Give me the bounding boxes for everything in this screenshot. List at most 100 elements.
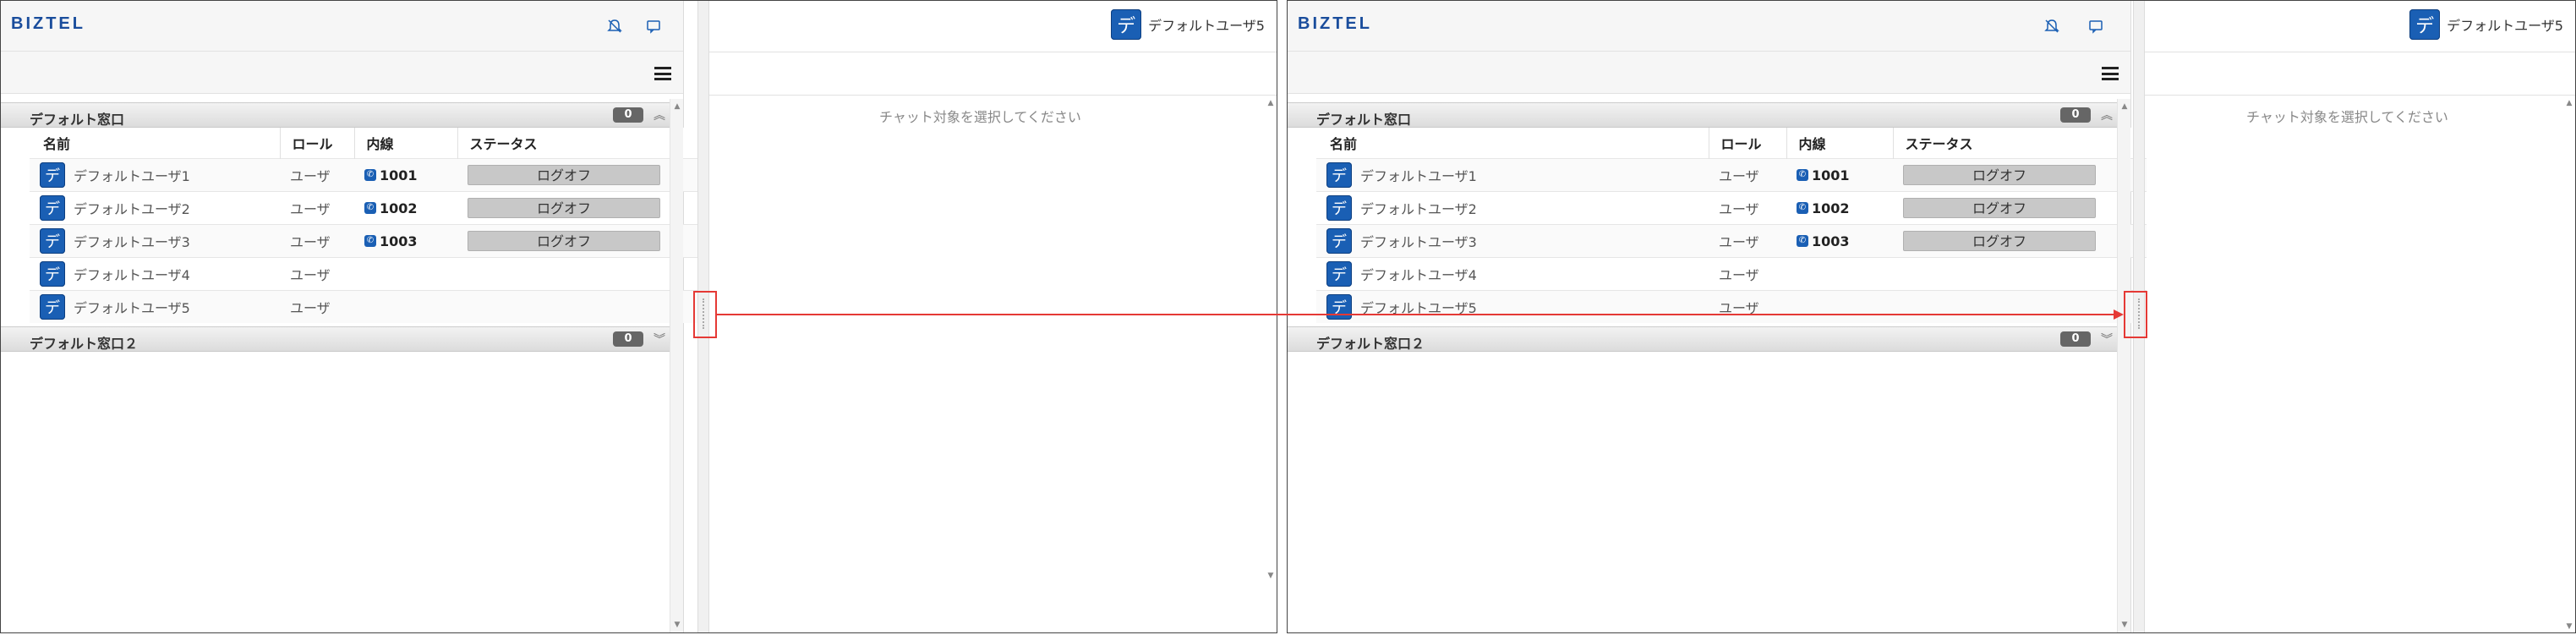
- status-cell: [1893, 257, 2147, 291]
- table-row[interactable]: デデフォルトユーザ3 ユーザ ✆ 1003 ログオフ: [1316, 224, 2147, 258]
- extension-number: 1003: [1812, 233, 1850, 249]
- group-header-default[interactable]: デフォルト窓口 0 ︽: [1, 102, 670, 128]
- user-name: デフォルトユーザ3: [1360, 234, 1477, 250]
- user-name: デフォルトユーザ4: [74, 267, 190, 283]
- chat-bubble-icon[interactable]: [2087, 18, 2105, 35]
- current-user-avatar: デ: [2409, 9, 2441, 40]
- scroll-up-icon[interactable]: ▲: [2118, 102, 2131, 111]
- group-title: デフォルト窓口２: [1316, 336, 1425, 352]
- chat-header: デ デフォルトユーザ5: [709, 1, 1277, 52]
- queue-scrollbar[interactable]: ▲ ▼: [2117, 99, 2130, 632]
- current-user-name: デフォルトユーザ5: [2447, 18, 2563, 34]
- hamburger-menu-icon[interactable]: [654, 67, 671, 80]
- phone-icon: ✆: [364, 202, 376, 214]
- column-header-role[interactable]: ロール: [279, 128, 354, 159]
- extension-number: 1001: [380, 167, 418, 183]
- queue-panel: BIZTEL デフォルト窓口 0 ︽ 名前 ロール 内線 ステータス デ デフォ…: [1, 1, 699, 632]
- phone-icon: ✆: [364, 235, 376, 247]
- scroll-down-icon[interactable]: ▼: [2563, 622, 2575, 631]
- current-user[interactable]: デ デフォルトユーザ5: [1111, 9, 1265, 40]
- table-row[interactable]: デデフォルトユーザ5 ユーザ: [1316, 290, 2147, 323]
- chat-scrollbar[interactable]: ▲ ▼: [2563, 99, 2575, 632]
- count-badge: 0: [613, 331, 643, 347]
- status-button[interactable]: ログオフ: [468, 198, 660, 218]
- scroll-up-icon[interactable]: ▲: [2563, 99, 2575, 107]
- count-badge: 0: [613, 107, 643, 123]
- hamburger-menu-icon[interactable]: [2102, 67, 2119, 80]
- extension-cell: [1786, 290, 1893, 323]
- column-header-extension[interactable]: 内線: [353, 128, 457, 159]
- column-header-status[interactable]: ステータス: [457, 128, 699, 159]
- collapse-chevron-icon[interactable]: ︽: [652, 107, 667, 123]
- chat-scrollbar[interactable]: ▲ ▼: [1265, 99, 1277, 632]
- avatar: デ: [40, 162, 65, 188]
- current-user[interactable]: デ デフォルトユーザ5: [2409, 9, 2563, 40]
- extension[interactable]: ✆ 1001: [1797, 167, 1892, 183]
- user-name: デフォルトユーザ1: [1360, 168, 1477, 184]
- table-header-row: 名前 ロール 内線 ステータス: [1316, 128, 2147, 159]
- user-role: ユーザ: [280, 290, 354, 323]
- scroll-down-icon[interactable]: ▼: [2118, 621, 2131, 629]
- table-row[interactable]: デデフォルトユーザ2 ユーザ ✆ 1002 ログオフ: [1316, 191, 2147, 225]
- extension[interactable]: ✆ 1001: [364, 167, 457, 183]
- chat-panel: デ デフォルトユーザ5 チャット対象を選択してください ▲ ▼: [2145, 1, 2575, 632]
- group-header-default[interactable]: デフォルト窓口 0 ︽: [1288, 102, 2118, 128]
- table-row[interactable]: デデフォルトユーザ4 ユーザ: [30, 257, 699, 291]
- app-header: BIZTEL: [1288, 1, 2130, 52]
- user-role: ユーザ: [280, 158, 354, 192]
- scroll-up-icon[interactable]: ▲: [1265, 99, 1277, 107]
- scroll-up-icon[interactable]: ▲: [670, 102, 684, 111]
- extension[interactable]: ✆ 1002: [1797, 200, 1892, 216]
- column-header-extension[interactable]: 内線: [1786, 128, 1893, 159]
- chat-header: デ デフォルトユーザ5: [2145, 1, 2575, 52]
- user-role: ユーザ: [1709, 224, 1786, 258]
- app-header: BIZTEL: [1, 1, 683, 52]
- splitter-highlight-before: [693, 291, 717, 338]
- scroll-down-icon[interactable]: ▼: [1265, 572, 1277, 580]
- user-role: ユーザ: [280, 191, 354, 225]
- extension-number: 1002: [1812, 200, 1850, 216]
- group-title: デフォルト窓口: [30, 112, 125, 128]
- table-row[interactable]: デデフォルトユーザ1 ユーザ ✆ 1001 ログオフ: [1316, 158, 2147, 192]
- splitter-highlight-after: [2124, 291, 2147, 338]
- queue-toolbar: [1, 52, 683, 94]
- group-header-default-2[interactable]: デフォルト窓口２ 0 ︾: [1288, 326, 2118, 352]
- status-button[interactable]: ログオフ: [468, 231, 660, 251]
- status-cell: [1893, 290, 2147, 323]
- column-header-role[interactable]: ロール: [1708, 128, 1786, 159]
- scroll-down-icon[interactable]: ▼: [670, 621, 684, 629]
- expand-chevron-icon[interactable]: ︾: [652, 331, 667, 348]
- extension-cell: [1786, 257, 1893, 291]
- user-role: ユーザ: [280, 257, 354, 291]
- status-cell: [457, 290, 699, 323]
- avatar: デ: [1326, 228, 1352, 254]
- extension[interactable]: ✆ 1002: [364, 200, 457, 216]
- bell-slash-icon[interactable]: [605, 18, 624, 35]
- status-button[interactable]: ログオフ: [1903, 231, 2096, 251]
- extension[interactable]: ✆ 1003: [364, 233, 457, 249]
- table-row[interactable]: デデフォルトユーザ1 ユーザ ✆ 1001 ログオフ: [30, 158, 699, 192]
- count-badge: 0: [2060, 107, 2091, 123]
- column-header-name[interactable]: 名前: [1316, 128, 1709, 159]
- group-header-default-2[interactable]: デフォルト窓口２ 0 ︾: [1, 326, 670, 352]
- expand-chevron-icon[interactable]: ︾: [2099, 331, 2114, 348]
- table-row[interactable]: デデフォルトユーザ5 ユーザ: [30, 290, 699, 323]
- user-name: デフォルトユーザ2: [1360, 201, 1477, 217]
- phone-icon: ✆: [1797, 235, 1808, 247]
- column-header-status[interactable]: ステータス: [1892, 128, 2147, 159]
- status-button[interactable]: ログオフ: [1903, 165, 2096, 185]
- table-row[interactable]: デデフォルトユーザ2 ユーザ ✆ 1002 ログオフ: [30, 191, 699, 225]
- chat-bubble-icon[interactable]: [644, 18, 663, 35]
- table-row[interactable]: デデフォルトユーザ4 ユーザ: [1316, 257, 2147, 291]
- extension[interactable]: ✆ 1003: [1797, 233, 1892, 249]
- bell-slash-icon[interactable]: [2043, 18, 2061, 35]
- count-badge: 0: [2060, 331, 2091, 347]
- column-header-name[interactable]: 名前: [30, 128, 280, 159]
- queue-scrollbar[interactable]: ▲ ▼: [670, 99, 683, 632]
- queue-toolbar: [1288, 52, 2130, 94]
- status-button[interactable]: ログオフ: [468, 165, 660, 185]
- collapse-chevron-icon[interactable]: ︽: [2099, 107, 2114, 123]
- status-button[interactable]: ログオフ: [1903, 198, 2096, 218]
- table-row[interactable]: デデフォルトユーザ3 ユーザ ✆ 1003 ログオフ: [30, 224, 699, 258]
- chat-panel: デ デフォルトユーザ5 チャット対象を選択してください ▲ ▼: [709, 1, 1277, 632]
